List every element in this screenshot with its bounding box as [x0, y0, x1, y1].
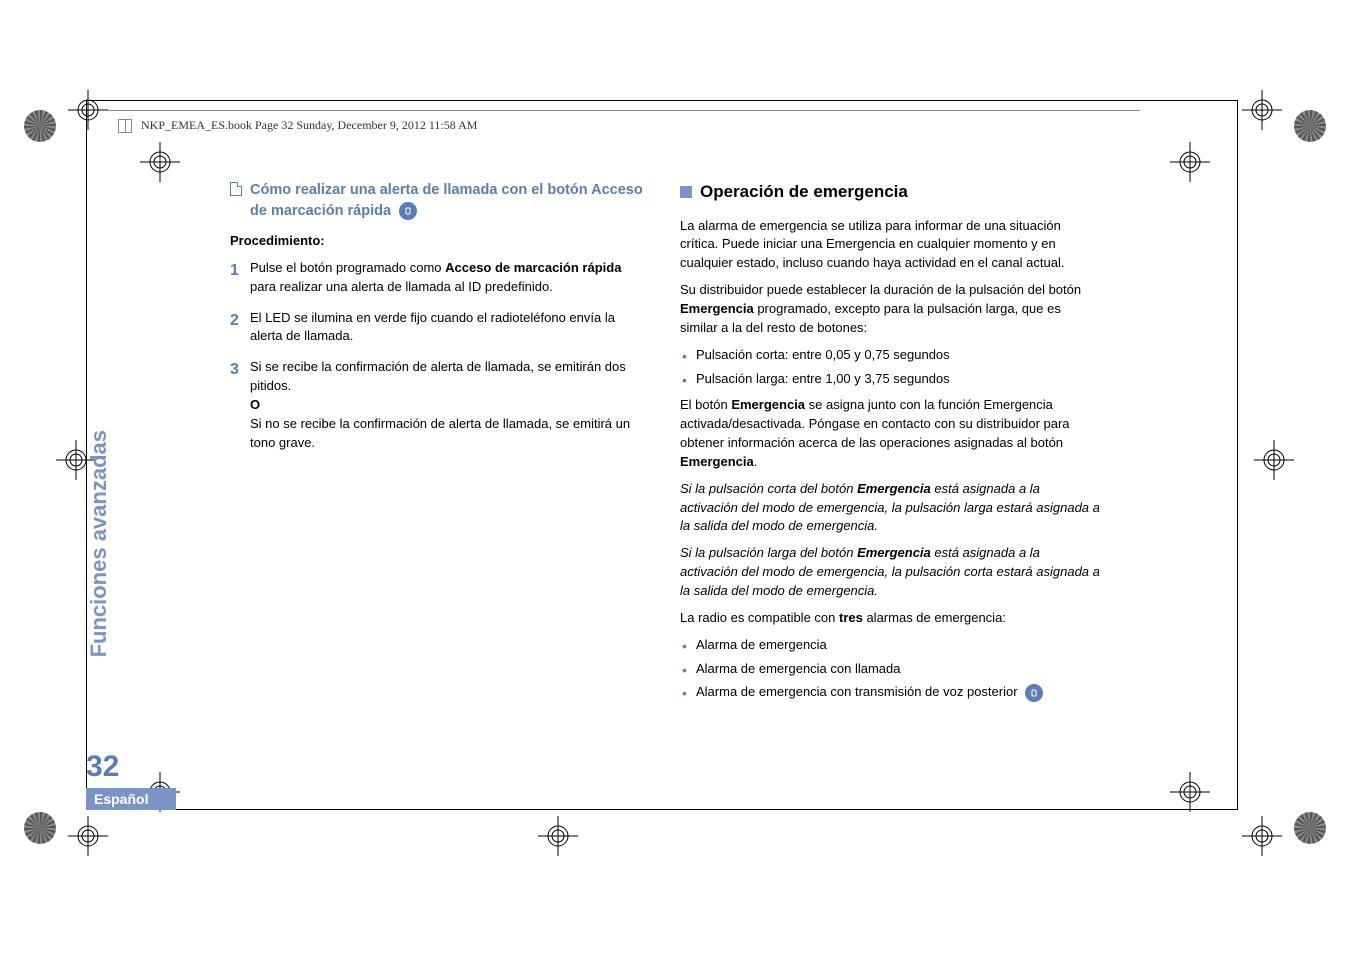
text-run: El botón [680, 397, 731, 412]
text-run: . [754, 454, 758, 469]
header-filename-text: NKP_EMEA_ES.book Page 32 Sunday, Decembe… [141, 118, 477, 132]
section-title: Operación de emergencia [700, 180, 908, 205]
crop-swatch [24, 110, 56, 142]
vertical-label-text: Funciones avanzadas [86, 430, 112, 657]
text-run-bold: Emergencia [731, 397, 805, 412]
vertical-section-label: Funciones avanzadas [86, 203, 112, 430]
text-run-bold: Acceso de marcación rápida [445, 260, 621, 275]
document-icon [230, 182, 242, 196]
list-item: Alarma de emergencia con llamada [680, 660, 1100, 679]
bullet-list: Alarma de emergencia Alarma de emergenci… [680, 636, 1100, 703]
text-run: Alarma de emergencia con transmisión de … [696, 684, 1018, 699]
section-heading: Operación de emergencia [680, 180, 1100, 205]
text-run: alarmas de emergencia: [863, 610, 1006, 625]
text-run-bold: tres [839, 610, 863, 625]
list-item: Pulsación larga: entre 1,00 y 3,75 segun… [680, 370, 1100, 389]
crop-swatch [24, 812, 56, 844]
text-run-bold: O [250, 396, 650, 415]
paragraph: El botón Emergencia se asigna junto con … [680, 396, 1100, 471]
text-run-bold: Emergencia [680, 301, 754, 316]
text-run: Si se recibe la confirmación de alerta d… [250, 358, 650, 396]
paragraph-italic: Si la pulsación corta del botón Emergenc… [680, 480, 1100, 537]
registration-mark-icon [68, 816, 108, 856]
step-number: 1 [230, 259, 250, 297]
info-badge-icon [399, 202, 417, 220]
step-number: 2 [230, 309, 250, 347]
step-text: El LED se ilumina en verde fijo cuando e… [250, 309, 650, 347]
crop-swatch [1294, 110, 1326, 142]
paragraph: Su distribuidor puede establecer la dura… [680, 281, 1100, 338]
text-run: para realizar una alerta de llamada al I… [250, 279, 553, 294]
left-column: Cómo realizar una alerta de llamada con … [230, 180, 650, 707]
crop-swatch [1294, 812, 1326, 844]
page-number: 32 [86, 750, 119, 784]
registration-mark-icon [1254, 440, 1294, 480]
registration-mark-icon [1242, 90, 1282, 130]
bullet-list: Pulsación corta: entre 0,05 y 0,75 segun… [680, 346, 1100, 389]
text-run: Su distribuidor puede establecer la dura… [680, 282, 1081, 297]
header-rule [100, 110, 1140, 111]
text-run: Si no se recibe la confirmación de alert… [250, 415, 650, 453]
step-text: Si se recibe la confirmación de alerta d… [250, 358, 650, 452]
info-badge-icon [1025, 684, 1043, 702]
step-text: Pulse el botón programado como Acceso de… [250, 259, 650, 297]
subsection-heading: Cómo realizar una alerta de llamada con … [230, 180, 650, 222]
step-1: 1 Pulse el botón programado como Acceso … [230, 259, 650, 297]
language-badge: Español [86, 788, 176, 810]
text-run-bold: Emergencia [857, 545, 931, 560]
right-column: Operación de emergencia La alarma de eme… [680, 180, 1100, 707]
registration-mark-icon [1242, 816, 1282, 856]
list-item: Pulsación corta: entre 0,05 y 0,75 segun… [680, 346, 1100, 365]
subsection-title: Cómo realizar una alerta de llamada con … [250, 182, 643, 219]
paragraph: La radio es compatible con tres alarmas … [680, 609, 1100, 628]
procedure-label: Procedimiento: [230, 232, 650, 251]
list-item: Alarma de emergencia con transmisión de … [680, 683, 1100, 702]
text-run: Pulse el botón programado como [250, 260, 445, 275]
list-item: Alarma de emergencia [680, 636, 1100, 655]
paragraph: La alarma de emergencia se utiliza para … [680, 217, 1100, 274]
step-number: 3 [230, 358, 250, 452]
text-run-bold: Emergencia [857, 481, 931, 496]
step-3: 3 Si se recibe la confirmación de alerta… [230, 358, 650, 452]
section-marker-icon [680, 186, 692, 198]
step-2: 2 El LED se ilumina en verde fijo cuando… [230, 309, 650, 347]
book-icon [118, 119, 132, 133]
paragraph-italic: Si la pulsación larga del botón Emergenc… [680, 544, 1100, 601]
header-filename: NKP_EMEA_ES.book Page 32 Sunday, Decembe… [118, 118, 477, 133]
text-run: Si la pulsación larga del botón [680, 545, 857, 560]
text-run: La radio es compatible con [680, 610, 839, 625]
content-area: Cómo realizar una alerta de llamada con … [230, 180, 1100, 707]
text-run-bold: Emergencia [680, 454, 754, 469]
text-run: Si la pulsación corta del botón [680, 481, 857, 496]
registration-mark-icon [538, 816, 578, 856]
